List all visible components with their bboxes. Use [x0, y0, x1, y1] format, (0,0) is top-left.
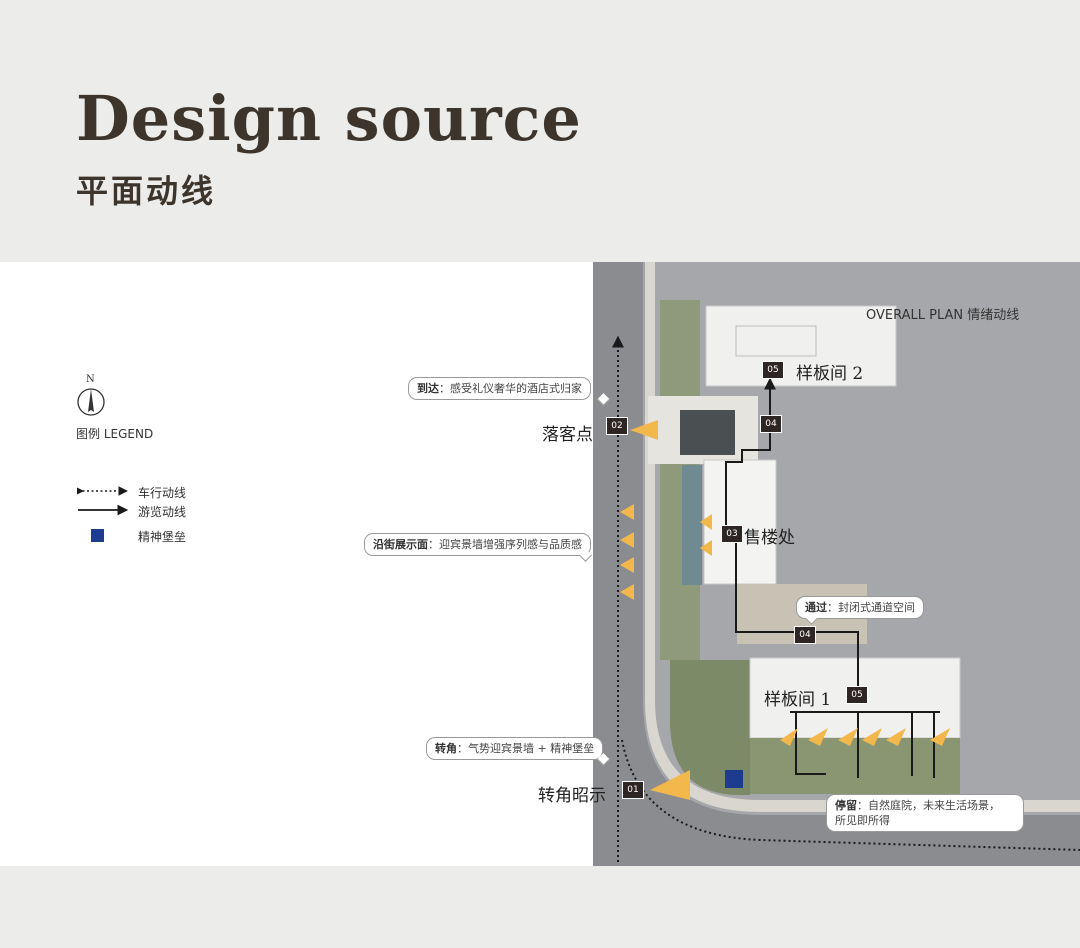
- drop-off-feature: [680, 410, 735, 455]
- marker-05-upper: 05: [762, 361, 784, 379]
- place-sample-room-2: 样板间 2: [796, 364, 864, 384]
- legend-label: 游览动线: [138, 505, 187, 519]
- marker-02: 02: [606, 417, 628, 435]
- place-corner: 转角昭示: [538, 786, 606, 806]
- place-sales-office: 售楼处: [744, 528, 795, 548]
- water-feature: [682, 465, 702, 585]
- blue-square-icon: [91, 529, 104, 542]
- place-drop-off: 落客点: [542, 425, 593, 445]
- legend-label: 精神堡垒: [138, 530, 187, 544]
- legend-label: 车行动线: [138, 486, 187, 500]
- place-sample-room-1: 样板间 1: [764, 690, 832, 710]
- marker-04-upper: 04: [760, 415, 782, 433]
- plan-title: OVERALL PLAN 情绪动线: [866, 308, 1020, 323]
- marker-01: 01: [622, 781, 644, 799]
- spiritual-fortress: [725, 770, 743, 788]
- callout-pass: 通过：封闭式通道空间: [796, 596, 924, 625]
- building-sales-office: [703, 459, 777, 585]
- north-label: N: [86, 374, 95, 385]
- callout-arrive: 到达：感受礼仪奢华的酒店式归家: [408, 377, 610, 406]
- courtyard: [750, 738, 960, 794]
- marker-03: 03: [721, 525, 743, 543]
- marker-04-lower: 04: [794, 626, 816, 644]
- callout-street: 沿街展示面：迎宾景墙增强序列感与品质感: [364, 533, 592, 562]
- callout-stay: 停留：自然庭院，未来生活场景， 所见即所得: [826, 794, 1024, 832]
- callout-corner: 转角：气势迎宾景墙 + 精神堡垒: [426, 737, 610, 766]
- marker-05-lower: 05: [846, 686, 868, 704]
- legend-title: 图例 LEGEND: [76, 427, 154, 441]
